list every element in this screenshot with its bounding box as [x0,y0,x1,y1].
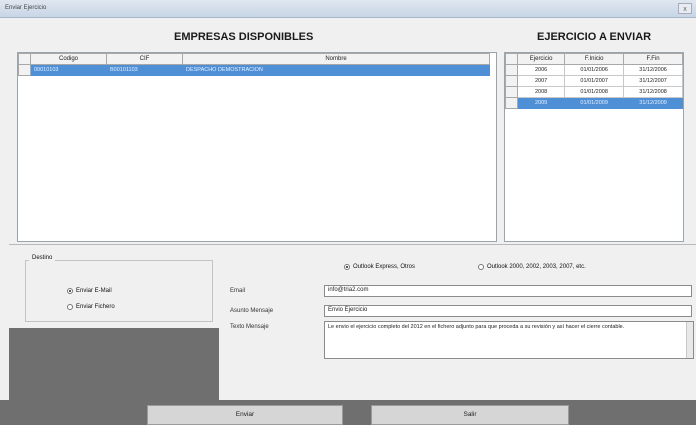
cell-finicio[interactable]: 01/01/2007 [564,75,625,87]
radio-selected-icon[interactable] [344,264,350,270]
section-divider [9,244,696,245]
table-row[interactable]: 00010103 B00101103 DESPACHO DEMOSTRACION [18,64,490,76]
ejercicio-heading: EJERCICIO A ENVIAR [537,31,652,43]
window-title: Enviar Ejercicio [5,5,47,11]
cell-ffin[interactable]: 31/12/2006 [623,64,683,76]
texto-mensaje-value: Le envio el ejercicio completo del 2012 … [328,324,625,330]
texto-mensaje-textarea[interactable]: Le envio el ejercicio completo del 2012 … [324,321,694,359]
col-header-nombre[interactable]: Nombre [182,53,490,65]
col-header-codigo[interactable]: Codigo [30,53,107,65]
salir-button[interactable]: Salir [371,405,569,425]
radio-outlook-2000-label: Outlook 2000, 2002, 2003, 2007, etc. [487,264,586,270]
table-row[interactable]: 2006 01/01/2006 31/12/2006 [505,64,683,76]
empresas-grid[interactable]: Codigo CIF Nombre 00010103 B00101103 DES… [17,52,497,242]
button-bar [0,400,696,425]
destino-legend: Destino [29,255,56,261]
cell-ejercicio[interactable]: 2009 [516,97,566,109]
cell-cif[interactable]: B00101103 [106,64,183,76]
col-header-finicio[interactable]: F.Inicio [564,53,625,65]
radio-outlook-express-label: Outlook Express, Otros [353,264,416,270]
email-form-panel: Outlook Express, Otros Outlook 2000, 200… [220,246,696,400]
textarea-scrollbar[interactable] [686,322,693,358]
table-row[interactable]: 2007 01/01/2007 31/12/2007 [505,75,683,87]
row-header-corner [505,53,518,65]
radio-unselected-icon[interactable] [67,304,73,310]
ejercicios-grid[interactable]: Ejercicio F.Inicio F.Fin 2006 01/01/2006… [504,52,684,242]
cell-ejercicio[interactable]: 2006 [516,64,566,76]
radio-outlook-2000[interactable]: Outlook 2000, 2002, 2003, 2007, etc. [478,264,586,270]
cell-ffin[interactable]: 31/12/2007 [623,75,683,87]
radio-enviar-fichero-label: Enviar Fichero [76,304,115,310]
cell-ejercicio[interactable]: 2008 [516,86,566,98]
cell-ffin[interactable]: 31/12/2008 [623,86,683,98]
close-icon[interactable]: x [678,3,692,14]
cell-ejercicio[interactable]: 2007 [516,75,566,87]
enviar-button[interactable]: Enviar [147,405,343,425]
col-header-ffin[interactable]: F.Fin [623,53,683,65]
row-header[interactable] [505,97,518,109]
row-header[interactable] [505,75,518,87]
table-row-selected[interactable]: 2009 01/01/2009 31/12/2009 [505,97,683,109]
row-header[interactable] [505,64,518,76]
destino-panel: Destino Enviar E-Mail Enviar Fichero [9,246,219,418]
texto-label: Texto Mensaje [230,324,269,330]
email-field[interactable]: info@tria2.com [324,285,692,297]
radio-enviar-fichero[interactable]: Enviar Fichero [67,304,115,310]
table-row[interactable]: 2008 01/01/2008 31/12/2008 [505,86,683,98]
radio-enviar-email-label: Enviar E-Mail [76,288,112,294]
col-header-cif[interactable]: CIF [106,53,183,65]
window-titlebar: Enviar Ejercicio x [0,0,696,18]
radio-enviar-email[interactable]: Enviar E-Mail [67,288,112,294]
cell-nombre[interactable]: DESPACHO DEMOSTRACION [182,64,490,76]
cell-finicio[interactable]: 01/01/2009 [564,97,625,109]
row-header[interactable] [505,86,518,98]
cell-codigo[interactable]: 00010103 [30,64,107,76]
asunto-field[interactable]: Envio Ejercicio [324,305,692,317]
col-header-ejercicio[interactable]: Ejercicio [516,53,566,65]
radio-outlook-express[interactable]: Outlook Express, Otros [344,264,415,270]
asunto-label: Asunto Mensaje [230,308,274,314]
row-header[interactable] [18,64,31,76]
cell-ffin[interactable]: 31/12/2009 [623,97,683,109]
cell-finicio[interactable]: 01/01/2006 [564,64,625,76]
row-header-corner [18,53,31,65]
empresas-heading: EMPRESAS DISPONIBLES [174,31,314,43]
destino-area: Destino Enviar E-Mail Enviar Fichero [9,246,219,328]
destino-groupbox [25,260,213,322]
radio-selected-icon[interactable] [67,288,73,294]
radio-unselected-icon[interactable] [478,264,484,270]
cell-finicio[interactable]: 01/01/2008 [564,86,625,98]
email-label: Email [230,288,246,294]
